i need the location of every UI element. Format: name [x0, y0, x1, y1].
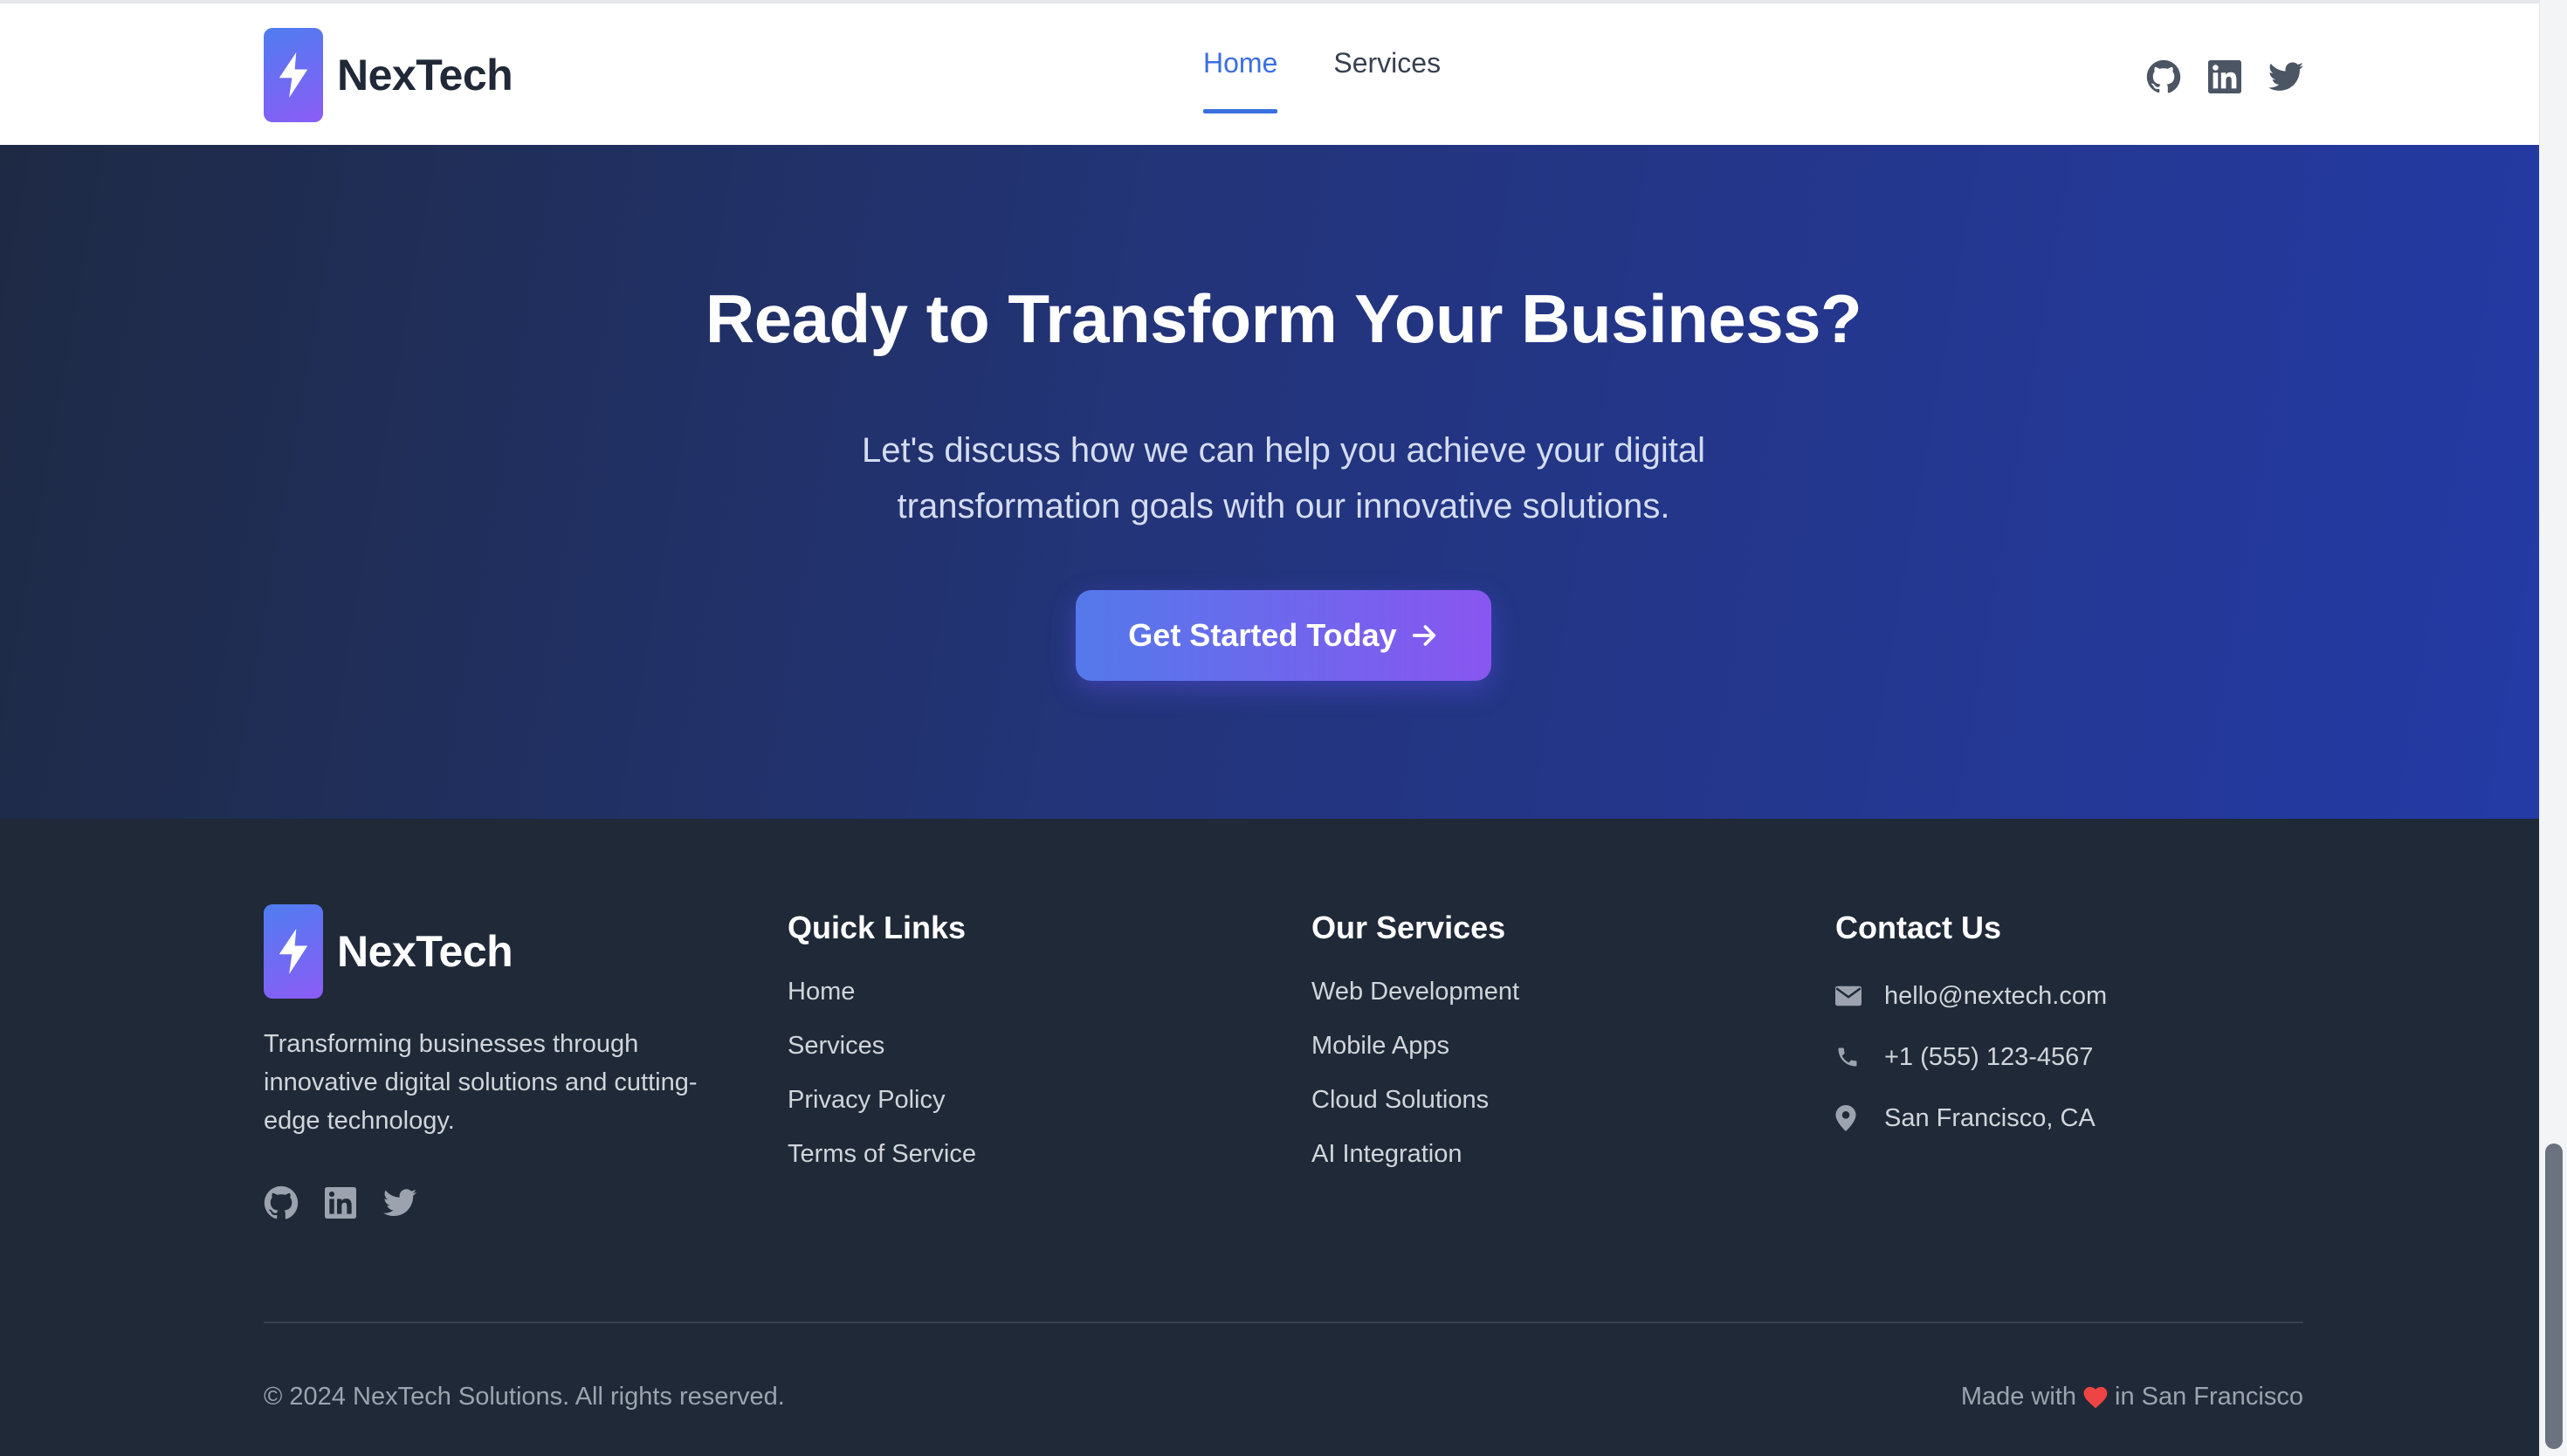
- footer-link-mobile-apps[interactable]: Mobile Apps: [1311, 1028, 1519, 1082]
- footer-link-terms-of-service[interactable]: Terms of Service: [788, 1137, 976, 1191]
- footer-brand-name: NexTech: [337, 927, 513, 976]
- contact-location-text: San Francisco, CA: [1884, 1103, 2096, 1132]
- services-title: Our Services: [1311, 910, 1506, 945]
- header-logo[interactable]: NexTech: [264, 28, 513, 122]
- nav-home[interactable]: Home: [1203, 47, 1278, 113]
- hero-title: Ready to Transform Your Business?: [705, 280, 1862, 357]
- footer-link-privacy-policy[interactable]: Privacy Policy: [788, 1082, 976, 1137]
- footer-divider: [264, 1322, 2303, 1323]
- linkedin-icon[interactable]: [323, 1185, 358, 1220]
- brand-name: NexTech: [337, 51, 513, 100]
- hero-subtitle: Let's discuss how we can help you achiev…: [862, 431, 1705, 525]
- bolt-icon: [264, 28, 323, 122]
- contact-column: Contact Us hello@nextech.com +1 (555) 12…: [1835, 910, 2107, 1149]
- arrow-right-icon: [1409, 621, 1439, 650]
- page: NexTech Home Services Ready to Transform…: [0, 0, 2539, 1456]
- contact-phone-text: +1 (555) 123-4567: [1884, 1042, 2094, 1071]
- envelope-icon: [1835, 986, 1870, 1006]
- footer-link-web-development[interactable]: Web Development: [1311, 974, 1519, 1028]
- services-column: Our Services Web Development Mobile Apps…: [1311, 910, 1519, 1191]
- contact-email[interactable]: hello@nextech.com: [1835, 965, 2107, 1027]
- contact-email-text: hello@nextech.com: [1884, 981, 2108, 1010]
- phone-icon: [1835, 1045, 1870, 1069]
- twitter-icon[interactable]: [2268, 59, 2303, 94]
- scrollbar-thumb[interactable]: [2545, 1144, 2563, 1449]
- made-with-suffix: in San Francisco: [2115, 1383, 2303, 1411]
- cta-section: Ready to Transform Your Business? Let's …: [0, 145, 2539, 819]
- twitter-icon[interactable]: [382, 1185, 417, 1220]
- footer-tagline: Transforming businesses through innovati…: [264, 1030, 698, 1135]
- footer-social-links: [264, 1185, 442, 1220]
- page-scrollbar[interactable]: [2539, 0, 2567, 1456]
- footer-link-cloud-solutions[interactable]: Cloud Solutions: [1311, 1082, 1519, 1137]
- heart-icon: [2083, 1386, 2108, 1409]
- footer-link-home[interactable]: Home: [788, 974, 976, 1028]
- contact-title: Contact Us: [1835, 910, 2002, 945]
- site-footer: NexTech Transforming businesses through …: [0, 819, 2539, 1456]
- footer-link-ai-integration[interactable]: AI Integration: [1311, 1137, 1519, 1191]
- quick-links-title: Quick Links: [788, 910, 967, 945]
- footer-logo[interactable]: NexTech: [264, 904, 513, 999]
- get-started-label: Get Started Today: [1128, 617, 1397, 653]
- github-icon[interactable]: [2146, 59, 2181, 94]
- quick-links-column: Quick Links Home Services Privacy Policy…: [788, 910, 976, 1191]
- get-started-button[interactable]: Get Started Today: [1076, 590, 1491, 681]
- nav-services[interactable]: Services: [1333, 47, 1441, 113]
- site-header: NexTech Home Services: [0, 0, 2539, 145]
- main-nav: Home Services: [1203, 47, 1497, 113]
- made-with-prefix: Made with: [1960, 1383, 2076, 1411]
- github-icon[interactable]: [264, 1185, 299, 1220]
- map-pin-icon: [1835, 1105, 1870, 1131]
- header-social-links: [2146, 59, 2330, 94]
- copyright-text: © 2024 NexTech Solutions. All rights res…: [264, 1383, 785, 1411]
- contact-phone[interactable]: +1 (555) 123-4567: [1835, 1027, 2107, 1088]
- made-with-text: Made with in San Francisco: [1961, 1383, 2303, 1411]
- linkedin-icon[interactable]: [2207, 59, 2242, 94]
- bolt-icon: [264, 904, 323, 999]
- footer-link-services[interactable]: Services: [788, 1028, 976, 1082]
- contact-location: San Francisco, CA: [1835, 1088, 2107, 1149]
